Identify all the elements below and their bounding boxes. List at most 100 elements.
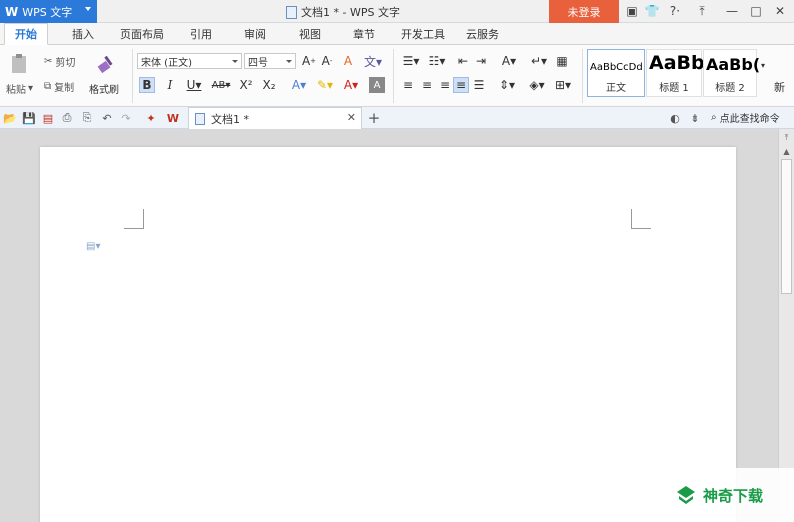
clear-format-icon[interactable]: A [340, 53, 356, 69]
table-grid-icon[interactable]: ▦ [554, 53, 570, 69]
chevron-down-icon [85, 7, 91, 11]
minimize-icon[interactable]: — [724, 3, 740, 19]
login-button[interactable]: 未登录 [549, 0, 619, 23]
italic-icon[interactable]: I [162, 77, 178, 93]
tab-references[interactable]: 引用 [190, 23, 212, 45]
document-tab-label: 文档1 * [211, 112, 249, 126]
paste-icon[interactable] [10, 53, 30, 73]
font-name-select[interactable]: 宋体 (正文) [137, 53, 242, 69]
paragraph-marks-icon[interactable]: ↵▾ [527, 53, 551, 69]
tab-chapter[interactable]: 章节 [353, 23, 375, 45]
crop-mark-top-right [631, 209, 651, 229]
document-icon [286, 5, 297, 19]
tab-insert[interactable]: 插入 [72, 23, 94, 45]
strikethrough-icon[interactable]: AB▾ [208, 77, 234, 93]
tab-page-layout[interactable]: 页面布局 [120, 23, 164, 45]
close-tab-icon[interactable]: ✕ [347, 111, 356, 124]
underline-icon[interactable]: U▾ [183, 77, 205, 93]
print-preview-icon[interactable]: ⎘ [79, 110, 95, 126]
status-icon[interactable]: ◐ [667, 110, 683, 126]
save-icon[interactable]: 💾 [21, 110, 37, 126]
app-menu-button[interactable]: W WPS 文字 [0, 0, 97, 23]
scroll-thumb[interactable] [781, 159, 792, 294]
close-icon[interactable]: ✕ [772, 3, 788, 19]
export-pdf-icon[interactable]: ▤ [40, 110, 56, 126]
search-icon: ⌕ [711, 112, 717, 123]
print-icon[interactable]: ⎙ [59, 110, 75, 126]
bullets-icon[interactable]: ☰▾ [399, 53, 423, 69]
shrink-font-icon[interactable]: A- [319, 53, 335, 69]
vertical-scrollbar[interactable]: ⤒ ▲ [778, 129, 794, 522]
document-tab[interactable]: 文档1 * ✕ [188, 107, 362, 129]
pinyin-guide-icon[interactable]: 文▾ [362, 53, 384, 69]
numbering-icon[interactable]: ☷▾ [425, 53, 449, 69]
align-center-icon[interactable]: ≡ [419, 77, 435, 93]
skin-icon[interactable]: ▣ [624, 3, 640, 19]
line-spacing-icon[interactable]: ⇕▾ [495, 77, 519, 93]
style-heading-1[interactable]: AaBb 标题 1 [646, 49, 705, 97]
document-workspace: ▤▾ [0, 129, 778, 522]
font-color-icon[interactable]: A▾ [339, 77, 363, 93]
scroll-up-icon[interactable]: ▲ [781, 146, 792, 157]
find-command-label: 点此查找命令 [719, 114, 780, 125]
divider [132, 49, 133, 103]
paste-options-icon[interactable]: ▤▾ [86, 241, 100, 252]
maximize-icon[interactable]: □ [748, 3, 764, 19]
format-painter-icon[interactable] [96, 53, 116, 74]
wps-tab-icon[interactable]: W [165, 110, 181, 126]
style-normal[interactable]: AaBbCcDd 正文 [587, 49, 645, 97]
borders-icon[interactable]: ⊞▾ [551, 77, 575, 93]
ribbon: 粘贴 ▾ ✂ 剪切 ⧉ 复制 格式刷 宋体 (正文) 四号 A + A- A 文▾ B … [0, 45, 794, 107]
highlight-icon[interactable]: ✎▾ [313, 77, 337, 93]
tab-home[interactable]: 开始 [4, 23, 48, 45]
document-icon [195, 112, 205, 125]
undo-icon[interactable]: ↶ [99, 110, 115, 126]
bold-icon[interactable]: B [139, 77, 155, 93]
cut-button[interactable]: ✂ 剪切 [44, 54, 75, 69]
customize-icon[interactable]: ✦ [143, 110, 159, 126]
font-size-select[interactable]: 四号 [244, 53, 296, 69]
superscript-icon[interactable]: X² [238, 77, 254, 93]
redo-icon[interactable]: ↷ [118, 110, 134, 126]
shading-icon[interactable]: ◈▾ [525, 77, 549, 93]
help-icon[interactable]: ?· [664, 3, 686, 19]
new-tab-icon[interactable]: + [366, 109, 382, 127]
paste-button[interactable]: 粘贴 ▾ [6, 81, 33, 96]
character-shading-icon[interactable]: A [369, 77, 385, 93]
tab-developer[interactable]: 开发工具 [401, 23, 445, 45]
open-icon[interactable]: 📂 [2, 110, 18, 126]
scroll-top-icon[interactable]: ⤒ [781, 132, 792, 143]
crop-mark-top-left [124, 209, 144, 229]
copy-button[interactable]: ⧉ 复制 [44, 79, 74, 94]
minimize-ribbon-icon[interactable]: ⤒ [694, 3, 710, 19]
new-style-button[interactable]: 新 [774, 79, 785, 95]
tab-cloud[interactable]: 云服务 [466, 23, 499, 45]
tab-view[interactable]: 视图 [299, 23, 321, 45]
divider [393, 49, 394, 103]
app-name: WPS 文字 [22, 5, 73, 19]
document-page[interactable]: ▤▾ [40, 147, 736, 522]
find-command[interactable]: ⌕ 点此查找命令 [711, 110, 780, 125]
decrease-indent-icon[interactable]: ⇤ [455, 53, 471, 69]
window-title-text: 文档1 * - WPS 文字 [301, 6, 400, 19]
tab-review[interactable]: 审阅 [244, 23, 266, 45]
format-painter-button[interactable]: 格式刷 [89, 81, 119, 96]
styles-scroll-icon[interactable]: ▾ [758, 57, 768, 73]
grow-font-icon[interactable]: A + [301, 53, 317, 69]
justify-icon[interactable]: ≡ [453, 77, 469, 93]
brand-logo-icon [677, 486, 695, 504]
watermark: 神奇下载 [667, 468, 794, 522]
shirt-icon[interactable]: 👕 [644, 3, 660, 19]
wps-logo-icon: W [5, 4, 19, 19]
window-title: 文档1 * - WPS 文字 [286, 4, 400, 20]
change-case-icon[interactable]: A▾ [497, 53, 521, 69]
distributed-icon[interactable]: ☰ [471, 77, 487, 93]
style-heading-2[interactable]: AaBb( 标题 2 [703, 49, 760, 97]
tab-list-icon[interactable]: ⇟ [687, 110, 703, 126]
text-effect-icon[interactable]: A▾ [287, 77, 311, 93]
subscript-icon[interactable]: X₂ [261, 77, 277, 93]
increase-indent-icon[interactable]: ⇥ [473, 53, 489, 69]
align-right-icon[interactable]: ≡ [437, 77, 453, 93]
align-left-icon[interactable]: ≡ [400, 77, 416, 93]
copy-icon: ⧉ [44, 81, 52, 92]
